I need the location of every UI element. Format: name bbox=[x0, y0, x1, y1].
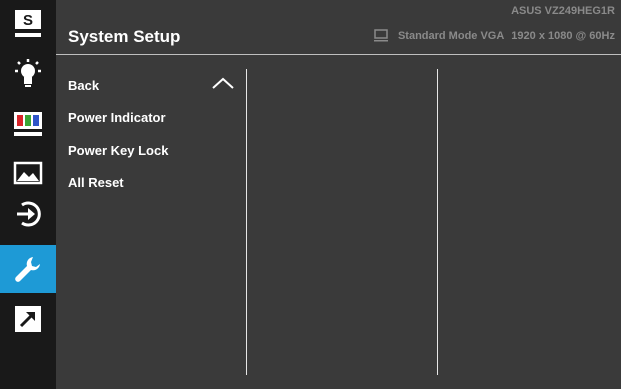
mountain-image-icon bbox=[13, 161, 43, 185]
status-bar: Standard Mode VGA 1920 x 1080 @ 60Hz bbox=[373, 29, 615, 42]
model-name: ASUS VZ249HEG1R bbox=[511, 5, 615, 17]
sidebar-item-system-setup[interactable] bbox=[0, 245, 56, 293]
menu-item-back[interactable]: Back bbox=[68, 78, 99, 93]
column-divider bbox=[437, 69, 438, 375]
chevron-up-icon[interactable] bbox=[211, 76, 235, 90]
menu-item-all-reset[interactable]: All Reset bbox=[68, 175, 124, 190]
sidebar-item-splendid[interactable]: S bbox=[0, 0, 56, 48]
mode-label: Standard Mode VGA bbox=[397, 29, 505, 42]
color-bars-icon bbox=[14, 112, 42, 136]
sidebar-item-shortcut[interactable] bbox=[0, 295, 56, 343]
sidebar-item-blue-light-filter[interactable] bbox=[0, 50, 56, 98]
s-box-label: S bbox=[23, 12, 33, 29]
column-divider bbox=[246, 69, 247, 375]
wrench-icon bbox=[15, 257, 40, 282]
shortcut-arrow-icon bbox=[15, 306, 41, 332]
menu-item-power-indicator[interactable]: Power Indicator bbox=[68, 110, 166, 125]
s-box-icon: S bbox=[15, 10, 41, 37]
sidebar: S bbox=[0, 0, 56, 389]
bulb-icon bbox=[15, 59, 41, 87]
monitor-icon bbox=[373, 29, 388, 42]
sidebar-item-input-select[interactable] bbox=[0, 190, 56, 238]
header-divider bbox=[56, 54, 621, 55]
osd-screen: S ASUS VZ249HEG1R System Setup Standard … bbox=[0, 0, 621, 389]
page-title: System Setup bbox=[68, 27, 181, 46]
resolution-label: 1920 x 1080 @ 60Hz bbox=[511, 29, 615, 42]
input-arrow-icon bbox=[17, 201, 41, 227]
menu-item-power-key-lock[interactable]: Power Key Lock bbox=[68, 143, 168, 158]
sidebar-item-color[interactable] bbox=[0, 100, 56, 148]
